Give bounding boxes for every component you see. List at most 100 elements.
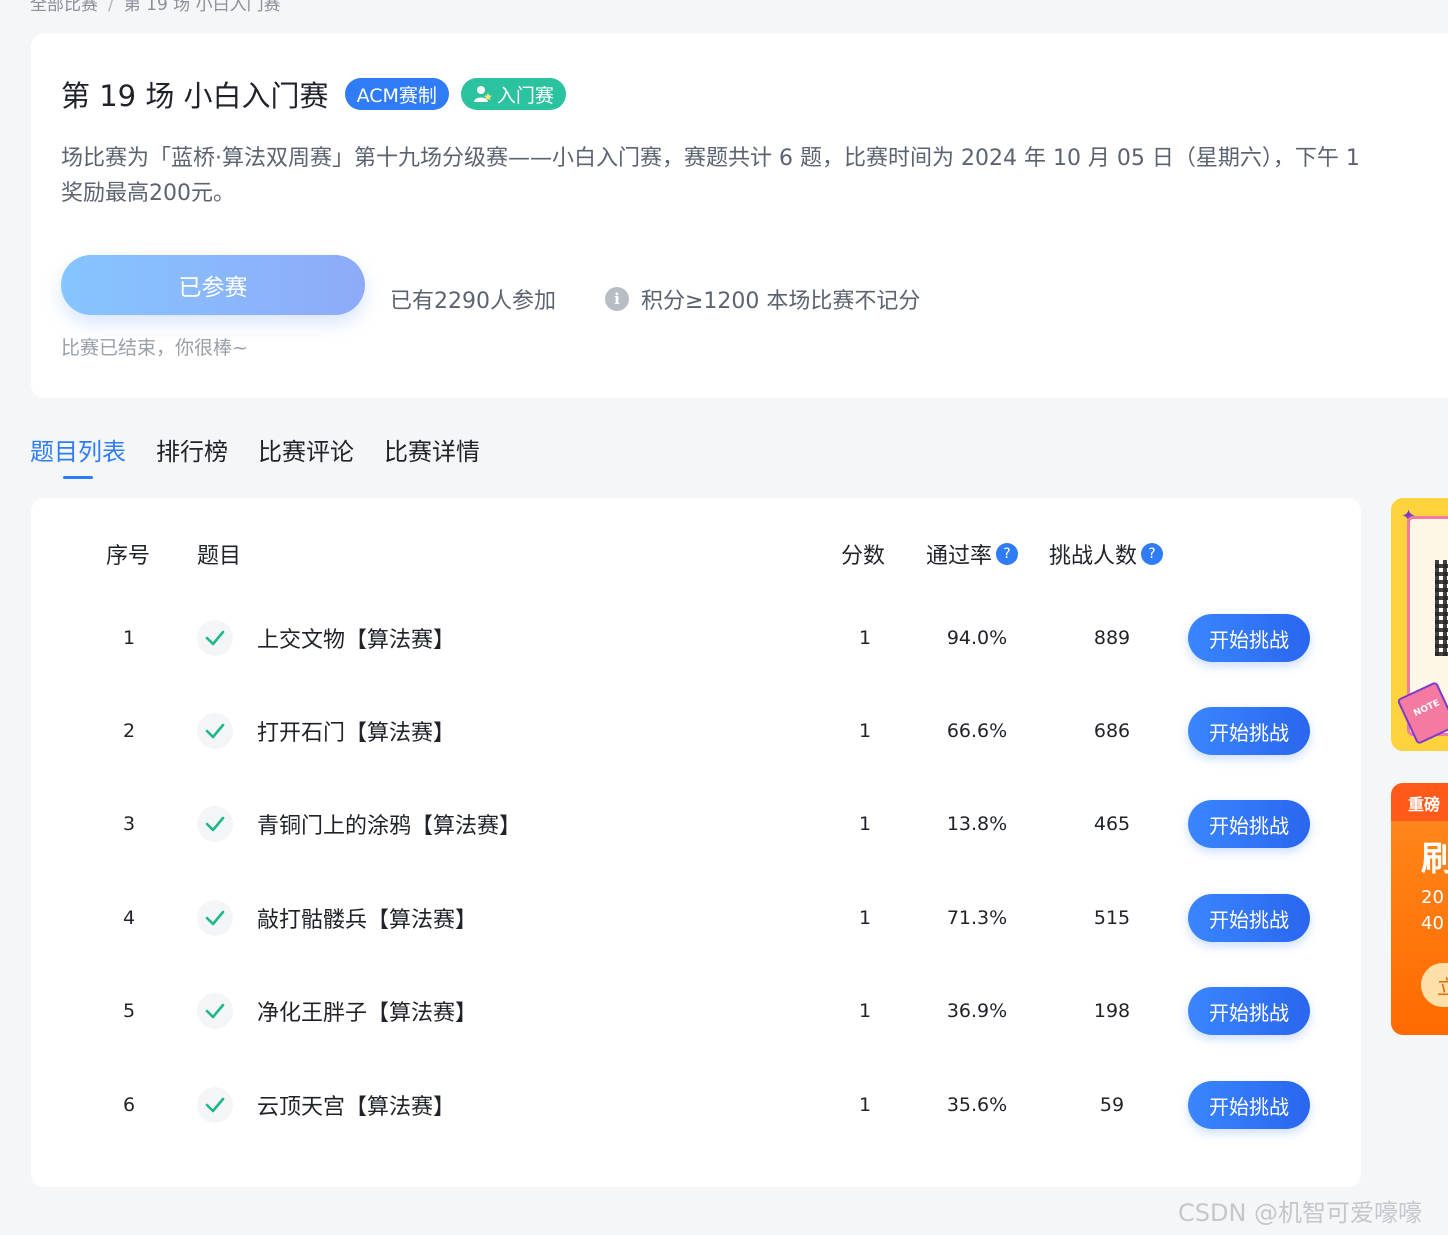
page-title: 第 19 场 小白入门赛: [61, 79, 329, 113]
promo-top-label: 重磅: [1391, 783, 1448, 821]
row-status: [197, 796, 233, 852]
row-challengers: 59: [1099, 1094, 1125, 1116]
problem-name-link[interactable]: 上交文物【算法赛】: [257, 610, 455, 666]
row-status: [197, 610, 233, 666]
promo-action-button[interactable]: 立: [1421, 963, 1448, 1007]
row-challengers: 465: [1093, 813, 1131, 835]
row-index: 1: [122, 627, 136, 649]
qr-code-icon: [1435, 560, 1448, 656]
table-row: 6 云顶天宫【算法赛】 1 35.6% 59 开始挑战: [31, 1077, 1361, 1133]
contest-title-row: 第 19 场 小白入门赛 ACM赛制 入门赛: [61, 73, 566, 115]
format-tag: ACM赛制: [344, 78, 449, 110]
breadcrumb-current: 第 19 场 小白入门赛: [123, 0, 281, 15]
check-icon: [205, 910, 225, 926]
promo-banner-qr[interactable]: ✦ NOTE: [1391, 498, 1448, 751]
solved-status: [197, 993, 233, 1029]
solved-status: [197, 620, 233, 656]
score-note: i 积分≥1200 本场比赛不记分: [605, 283, 920, 315]
problem-name-link[interactable]: 云顶天宫【算法赛】: [257, 1077, 455, 1133]
breadcrumb-root[interactable]: 全部比赛: [30, 0, 98, 15]
header-challengers: 挑战人数 ?: [1049, 538, 1164, 570]
start-challenge-button[interactable]: 开始挑战: [1188, 707, 1310, 755]
check-icon: [205, 1003, 225, 1019]
row-index: 5: [122, 1000, 136, 1022]
check-icon: [205, 630, 225, 646]
ended-note: 比赛已结束，你很棒~: [61, 337, 248, 359]
row-pass-rate: 94.0%: [946, 627, 1008, 649]
row-index: 3: [122, 813, 136, 835]
participant-count: 已有2290人参加: [390, 289, 556, 314]
description-line-2: 奖励最高200元。: [61, 181, 235, 206]
row-score: 1: [858, 627, 872, 649]
info-icon: i: [605, 287, 629, 311]
problem-table: 序号 题目 分数 通过率 ? 挑战人数 ? 1 上交文物【算法赛】 1 94.0% 88…: [31, 498, 1361, 1187]
table-row: 1 上交文物【算法赛】 1 94.0% 889 开始挑战: [31, 610, 1361, 666]
row-pass-rate: 36.9%: [946, 1000, 1008, 1022]
contest-description: 场比赛为「蓝桥·算法双周赛」第十九场分级赛——小白入门赛，赛题共计 6 题，比赛…: [61, 141, 1448, 211]
row-index: 2: [122, 720, 136, 742]
level-tag: 入门赛: [460, 78, 566, 110]
problem-name-link[interactable]: 敲打骷髅兵【算法赛】: [257, 890, 477, 946]
check-icon: [205, 723, 225, 739]
row-score: 1: [858, 720, 872, 742]
pass-rate-help-icon[interactable]: ?: [996, 543, 1019, 565]
start-challenge-button[interactable]: 开始挑战: [1188, 987, 1310, 1035]
header-index: 序号: [106, 544, 151, 569]
level-tag-label: 入门赛: [496, 84, 554, 107]
tab-comments[interactable]: 比赛评论: [258, 432, 354, 467]
problem-name-link[interactable]: 净化王胖子【算法赛】: [257, 983, 477, 1039]
table-row: 3 青铜门上的涂鸦【算法赛】 1 13.8% 465 开始挑战: [31, 796, 1361, 852]
score-note-text: 积分≥1200 本场比赛不记分: [641, 289, 921, 314]
row-pass-rate: 13.8%: [946, 813, 1008, 835]
header-problem: 题目: [197, 544, 242, 569]
challengers-help-icon[interactable]: ?: [1141, 543, 1164, 565]
row-index: 6: [122, 1094, 136, 1116]
row-score: 1: [858, 1094, 872, 1116]
breadcrumb-separator: /: [108, 0, 114, 15]
row-status: [197, 890, 233, 946]
check-icon: [205, 1097, 225, 1113]
solved-status: [197, 806, 233, 842]
table-row: 5 净化王胖子【算法赛】 1 36.9% 198 开始挑战: [31, 983, 1361, 1039]
header-pass-rate-label: 通过率: [926, 544, 993, 569]
start-challenge-button[interactable]: 开始挑战: [1188, 894, 1310, 942]
row-status: [197, 1077, 233, 1133]
row-score: 1: [858, 1000, 872, 1022]
tab-leaderboard[interactable]: 排行榜: [156, 432, 228, 467]
breadcrumb: 全部比赛 / 第 19 场 小白入门赛: [30, 0, 281, 15]
watermark: CSDN @机智可爱嚎嚎: [1178, 1199, 1423, 1227]
note-label: NOTE: [1412, 698, 1442, 719]
promo-number-2: 40: [1421, 913, 1444, 934]
row-score: 1: [858, 813, 872, 835]
promo-banner-practice[interactable]: 重磅 刷 20 40 立: [1391, 783, 1448, 1035]
row-challengers: 686: [1093, 720, 1131, 742]
header-pass-rate: 通过率 ?: [926, 538, 1019, 570]
tab-details[interactable]: 比赛详情: [384, 432, 480, 467]
row-score: 1: [858, 907, 872, 929]
header-score: 分数: [841, 544, 886, 569]
start-challenge-button[interactable]: 开始挑战: [1188, 800, 1310, 848]
solved-status: [197, 713, 233, 749]
problem-name-link[interactable]: 打开石门【算法赛】: [257, 703, 455, 759]
row-status: [197, 983, 233, 1039]
joined-button[interactable]: 已参赛: [61, 255, 365, 315]
table-row: 2 打开石门【算法赛】 1 66.6% 686 开始挑战: [31, 703, 1361, 759]
table-row: 4 敲打骷髅兵【算法赛】 1 71.3% 515 开始挑战: [31, 890, 1361, 946]
row-challengers: 515: [1093, 907, 1131, 929]
problem-name-link[interactable]: 青铜门上的涂鸦【算法赛】: [257, 796, 521, 852]
description-line-1: 场比赛为「蓝桥·算法双周赛」第十九场分级赛——小白入门赛，赛题共计 6 题，比赛…: [61, 146, 1360, 171]
tab-problem-list[interactable]: 题目列表: [30, 432, 126, 479]
tab-bar: 题目列表 排行榜 比赛评论 比赛详情: [30, 432, 510, 479]
promo-number-1: 20: [1421, 887, 1444, 908]
row-pass-rate: 35.6%: [946, 1094, 1008, 1116]
solved-status: [197, 1087, 233, 1123]
row-pass-rate: 71.3%: [946, 907, 1008, 929]
start-challenge-button[interactable]: 开始挑战: [1188, 614, 1310, 662]
row-status: [197, 703, 233, 759]
start-challenge-button[interactable]: 开始挑战: [1188, 1081, 1310, 1129]
row-challengers: 198: [1093, 1000, 1131, 1022]
row-pass-rate: 66.6%: [946, 720, 1008, 742]
row-index: 4: [122, 907, 136, 929]
solved-status: [197, 900, 233, 936]
promo-big-text: 刷: [1421, 839, 1448, 879]
